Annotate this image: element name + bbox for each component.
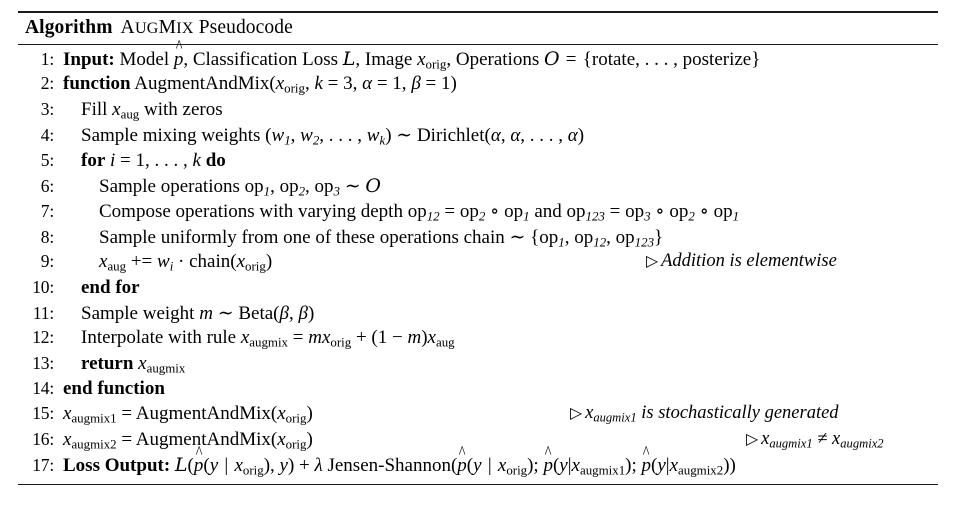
algorithm-title-rest: Pseudocode bbox=[198, 17, 293, 38]
algorithm-line-12: 12: Interpolate with rule xaugmix = mxor… bbox=[18, 327, 938, 352]
algorithm-line-6: 6: Sample operations op1, op2, op3 ∼ O bbox=[18, 175, 938, 200]
line-content: Interpolate with rule xaugmix = mxorig +… bbox=[81, 327, 455, 350]
line-content: xaugmix1 = AugmentAndMix(xorig) bbox=[63, 403, 313, 427]
line-content: Loss Output: L(p(y | xorig), y) + λ Jens… bbox=[63, 454, 736, 479]
algorithm-line-2: 2: function AugmentAndMix(xorig, k = 3, … bbox=[18, 73, 938, 98]
algorithm-line-5: 5: for i = 1, . . . , k do bbox=[18, 150, 938, 175]
bottom-rule bbox=[18, 483, 938, 485]
line-comment: ▷ Addition is elementwise bbox=[646, 251, 837, 272]
line-content: end for bbox=[81, 276, 140, 298]
line-number: 13: bbox=[32, 352, 54, 373]
line-content: Fill xaug with zeros bbox=[81, 98, 223, 122]
algorithm-line-9: 9: xaug += wi · chain(xorig) ▷ Addition i… bbox=[18, 251, 938, 276]
line-number: 5: bbox=[40, 149, 54, 170]
algorithm-line-10: 10: end for bbox=[18, 277, 938, 302]
algorithm-title: Algorithm AUGMIX Pseudocode bbox=[18, 13, 938, 44]
algorithm-lines: 1: Input: Model p, Classification Loss L… bbox=[18, 45, 938, 484]
line-number: 3: bbox=[40, 98, 54, 119]
line-number: 12: bbox=[32, 327, 54, 348]
line-comment: ▷ xaugmix1 ≠ xaugmix2 bbox=[746, 428, 884, 451]
algorithm-line-14: 14: end function bbox=[18, 378, 938, 403]
algorithm-line-1: 1: Input: Model p, Classification Loss L… bbox=[18, 48, 938, 73]
line-number: 16: bbox=[32, 428, 54, 449]
algorithm-line-17: 17: Loss Output: L(p(y | xorig), y) + λ … bbox=[18, 454, 938, 479]
algorithm-name: AUGMIX bbox=[120, 17, 194, 38]
line-content: Sample weight m ∼ Beta(β, β) bbox=[81, 302, 315, 324]
line-number: 1: bbox=[40, 49, 54, 69]
line-content: xaugmix2 = AugmentAndMix(xorig) bbox=[63, 428, 313, 452]
algorithm-line-8: 8: Sample uniformly from one of these op… bbox=[18, 226, 938, 251]
algorithm-line-4: 4: Sample mixing weights (w1, w2, . . . … bbox=[18, 124, 938, 149]
line-content: xaug += wi · chain(xorig) bbox=[99, 251, 273, 274]
algorithm-block: Algorithm AUGMIX Pseudocode 1: Input: Mo… bbox=[18, 11, 938, 485]
comment-text: Addition is elementwise bbox=[661, 251, 837, 272]
algorithm-keyword: Algorithm bbox=[25, 17, 113, 38]
line-content: Sample mixing weights (w1, w2, . . . , w… bbox=[81, 125, 585, 148]
algorithm-line-7: 7: Compose operations with varying depth… bbox=[18, 200, 938, 225]
line-content: Input: Model p, Classification Loss L, I… bbox=[63, 48, 760, 73]
line-number: 8: bbox=[40, 226, 54, 247]
line-content: Sample uniformly from one of these opera… bbox=[99, 226, 664, 250]
line-content: function AugmentAndMix(xorig, k = 3, α =… bbox=[63, 73, 457, 96]
line-number: 6: bbox=[40, 175, 54, 196]
algorithm-line-13: 13: return xaugmix bbox=[18, 353, 938, 378]
algorithm-line-15: 15: xaugmix1 = AugmentAndMix(xorig) ▷ xau… bbox=[18, 403, 938, 428]
line-number: 7: bbox=[40, 201, 54, 222]
comment-text: is stochastically generated bbox=[641, 403, 839, 424]
algorithm-line-3: 3: Fill xaug with zeros bbox=[18, 99, 938, 124]
line-content: Compose operations with varying depth op… bbox=[99, 201, 740, 224]
line-content: return xaugmix bbox=[81, 352, 186, 376]
line-number: 14: bbox=[32, 378, 54, 399]
line-number: 9: bbox=[40, 251, 54, 272]
algorithm-line-11: 11: Sample weight m ∼ Beta(β, β) bbox=[18, 302, 938, 327]
algorithm-line-16: 16: xaugmix2 = AugmentAndMix(xorig) ▷ xau… bbox=[18, 429, 938, 454]
line-number: 2: bbox=[40, 73, 54, 94]
line-comment: ▷ xaugmix1 is stochastically generated bbox=[570, 403, 839, 425]
line-number: 17: bbox=[32, 455, 54, 476]
line-number: 10: bbox=[32, 276, 54, 297]
line-number: 4: bbox=[40, 125, 54, 146]
line-number: 11: bbox=[32, 302, 54, 323]
line-number: 15: bbox=[32, 403, 54, 424]
line-content: for i = 1, . . . , k do bbox=[81, 149, 226, 171]
line-content: end function bbox=[63, 378, 165, 400]
line-content: Sample operations op1, op2, op3 ∼ O bbox=[99, 174, 381, 199]
